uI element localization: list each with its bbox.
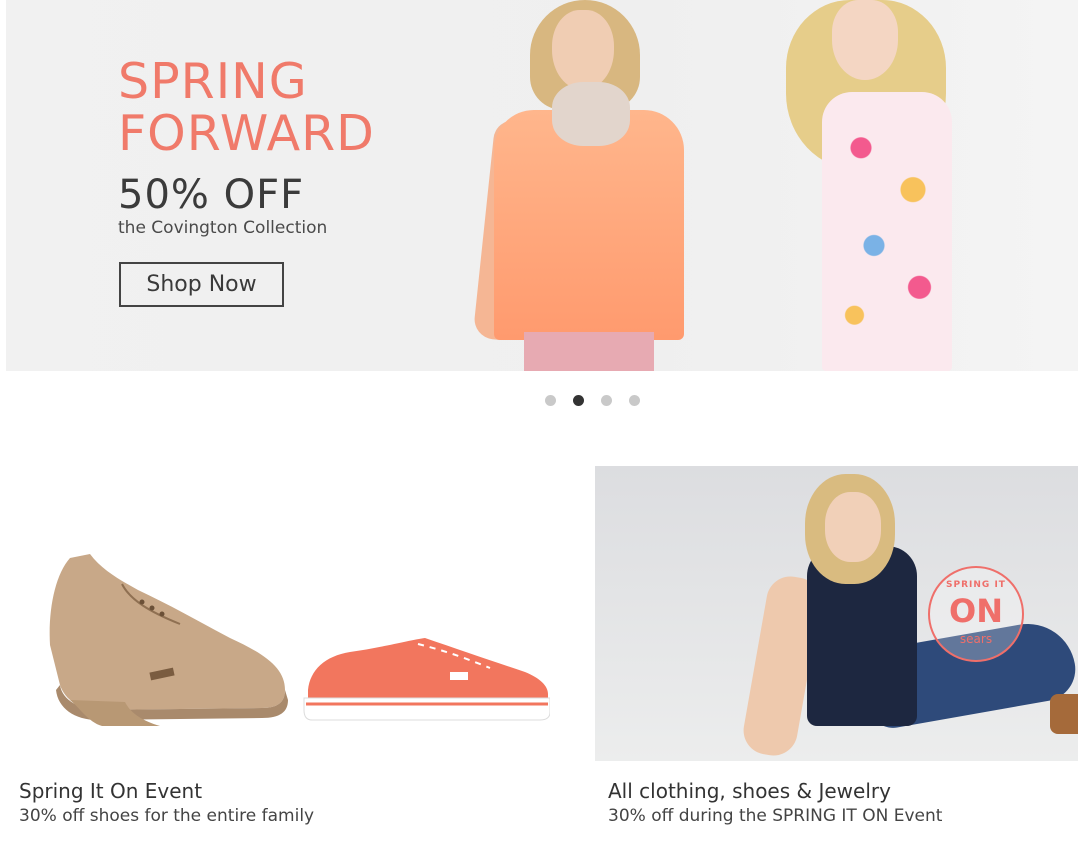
carousel-dot-1[interactable] (545, 395, 556, 406)
badge-top-text: SPRING IT (946, 580, 1006, 590)
hero-subtitle: the Covington Collection (118, 218, 328, 238)
hero-title: SPRING FORWARD (118, 56, 375, 160)
hero-model-dress-image (786, 0, 966, 371)
promo-clothing-title[interactable]: All clothing, shoes & Jewelry (608, 779, 891, 803)
wedge-bootie-image (49, 554, 288, 726)
shop-now-button[interactable]: Shop Now (119, 262, 284, 307)
carousel-dot-3[interactable] (601, 395, 612, 406)
carousel-dot-2[interactable] (573, 395, 584, 406)
promo-shoes-image[interactable] (15, 466, 563, 761)
spring-it-on-badge: SPRING IT ON sears (928, 566, 1024, 662)
coral-sneaker-image (303, 638, 550, 721)
promo-tile-shoes[interactable]: Spring It On Event 30% off shoes for the… (15, 466, 563, 826)
promo-tile-clothing[interactable]: SPRING IT ON sears All clothing, shoes &… (595, 466, 1078, 826)
promo-shoes-description: 30% off shoes for the entire family (19, 806, 315, 826)
hero-title-line1: SPRING (118, 53, 308, 110)
hero-offer: 50% OFF (118, 172, 305, 218)
hero-model-sweater-image (472, 0, 704, 371)
hero-title-line2: FORWARD (118, 105, 375, 162)
carousel-dot-4[interactable] (629, 395, 640, 406)
hero-banner[interactable]: SPRING FORWARD 50% OFF the Covington Col… (6, 0, 1078, 371)
promo-clothing-image[interactable]: SPRING IT ON sears (595, 466, 1078, 761)
badge-brand-text: sears (959, 632, 993, 646)
promo-shoes-title[interactable]: Spring It On Event (19, 779, 202, 803)
promo-clothing-description: 30% off during the SPRING IT ON Event (608, 806, 943, 826)
badge-main-text: ON (949, 592, 1003, 630)
carousel-dots (545, 395, 640, 406)
